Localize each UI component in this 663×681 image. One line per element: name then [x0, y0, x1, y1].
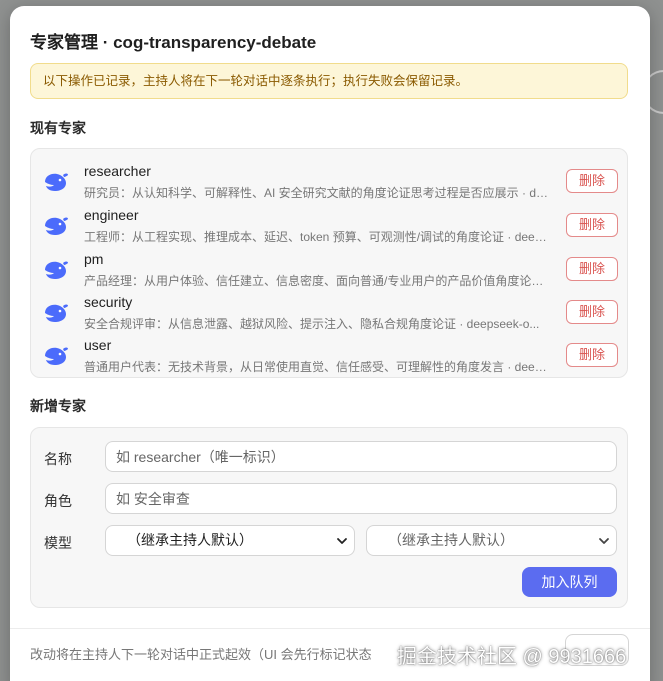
expert-name: pm: [84, 251, 104, 267]
delete-button[interactable]: 删除: [566, 169, 618, 193]
role-label: 角色: [44, 493, 72, 509]
model-select-secondary[interactable]: （继承主持人默认）: [366, 525, 617, 556]
expert-row-user: user 普通用户代表：无技术背景，从日常使用直觉、信任感受、可理解性的角度发言…: [31, 329, 627, 374]
name-label: 名称: [44, 451, 72, 467]
notice-banner: 以下操作已记录，主持人将在下一轮对话中逐条执行；执行失败会保留记录。: [30, 63, 628, 99]
whale-icon: [45, 304, 68, 322]
model-select-secondary-value: （继承主持人默认）: [388, 532, 514, 548]
expert-name: engineer: [84, 207, 139, 223]
model-select-primary[interactable]: （继承主持人默认）: [105, 525, 355, 556]
expert-name: researcher: [84, 163, 151, 179]
expert-management-dialog: 专家管理 · cog-transparency-debate 以下操作已记录，主…: [10, 6, 650, 681]
expert-row-engineer: engineer 工程师：从工程实现、推理成本、延迟、token 预算、可观测性…: [31, 199, 627, 244]
footer-divider: [10, 628, 650, 629]
delete-button[interactable]: 删除: [566, 257, 618, 281]
model-select-primary-value: （继承主持人默认）: [127, 532, 253, 548]
expert-row-security: security 安全合规评审：从信息泄露、越狱风险、提示注入、隐私合规角度论证…: [31, 286, 627, 331]
add-to-queue-button[interactable]: 加入队列: [522, 567, 617, 597]
delete-button[interactable]: 删除: [566, 213, 618, 237]
model-label: 模型: [44, 535, 72, 551]
whale-icon: [45, 217, 68, 235]
existing-experts-heading: 现有专家: [30, 120, 86, 136]
whale-icon: [45, 347, 68, 365]
expert-name: user: [84, 337, 112, 353]
role-input[interactable]: [105, 483, 617, 514]
watermark: 掘金技术社区 @ 9931666: [397, 646, 627, 668]
expert-description: 普通用户代表：无技术背景，从日常使用直觉、信任感受、可理解性的角度发言 · de…: [84, 360, 552, 374]
delete-button[interactable]: 删除: [566, 343, 618, 367]
chevron-down-icon: [337, 538, 347, 544]
chevron-down-icon: [599, 538, 609, 544]
add-expert-form: 名称 角色 模型 （继承主持人默认） （继承主持人默认） 加入队列: [30, 427, 628, 608]
whale-icon: [45, 173, 68, 191]
existing-experts-list: researcher 研究员：从认知科学、可解释性、AI 安全研究文献的角度论证…: [30, 148, 628, 378]
delete-button[interactable]: 删除: [566, 300, 618, 324]
expert-name: security: [84, 294, 133, 310]
add-expert-heading: 新增专家: [30, 398, 86, 414]
expert-row-pm: pm 产品经理：从用户体验、信任建立、信息密度、面向普通/专业用户的产品价值角度…: [31, 243, 627, 288]
whale-icon: [45, 261, 68, 279]
name-input[interactable]: [105, 441, 617, 472]
expert-row-researcher: researcher 研究员：从认知科学、可解释性、AI 安全研究文献的角度论证…: [31, 155, 627, 200]
dialog-title: 专家管理 · cog-transparency-debate: [30, 33, 317, 52]
footer-note: 改动将在主持人下一轮对话中正式起效（UI 会先行标记状态: [30, 647, 372, 662]
